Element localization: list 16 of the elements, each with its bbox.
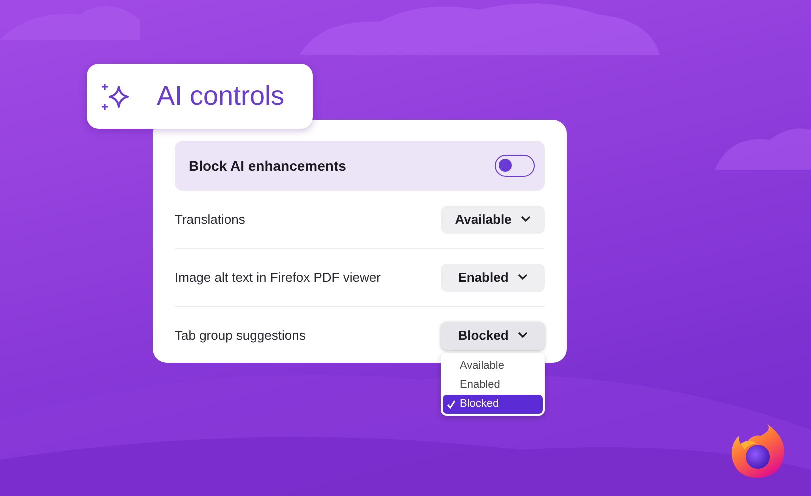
setting-label: Image alt text in Firefox PDF viewer (175, 270, 381, 285)
menu-option[interactable]: Blocked (443, 394, 543, 414)
dropdown-button[interactable]: Blocked (441, 322, 545, 350)
setting-label: Translations (175, 212, 246, 227)
check-icon (447, 400, 456, 408)
dropdown-button[interactable]: Enabled (441, 264, 545, 292)
header-title: AI controls (157, 81, 285, 112)
dropdown-button[interactable]: Available (441, 206, 545, 234)
toggle-label: Block AI enhancements (189, 158, 346, 174)
menu-option[interactable]: Enabled (443, 376, 543, 394)
menu-option[interactable]: Available (443, 356, 543, 376)
chevron-icon (518, 274, 528, 281)
chevron-icon (520, 216, 531, 223)
setting-label: Tab group suggestions (175, 328, 306, 343)
toggle-switch[interactable] (495, 155, 535, 177)
chevron-icon (518, 332, 528, 339)
